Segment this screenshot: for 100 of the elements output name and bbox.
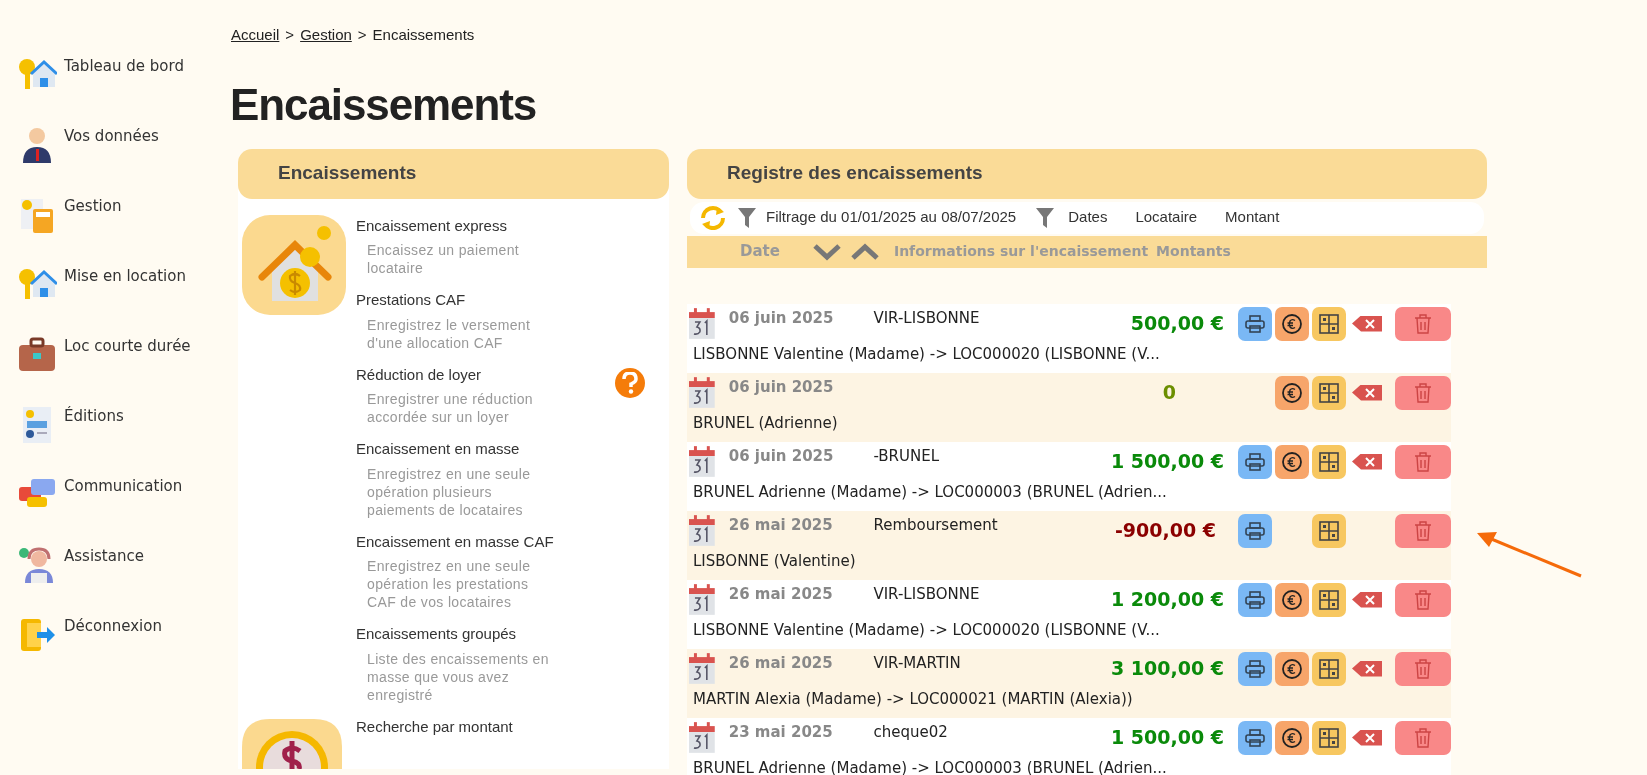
action-description: Encaissez un paiement locataire: [367, 241, 521, 277]
sidebar-link[interactable]: Gestion: [64, 195, 122, 218]
filter-option[interactable]: Locataire: [1131, 206, 1202, 229]
filter-option[interactable]: Montant: [1221, 206, 1284, 229]
delete-button[interactable]: [1395, 444, 1451, 479]
euro-button[interactable]: [1275, 720, 1309, 755]
sidebar-link[interactable]: Mise en location: [64, 265, 186, 288]
print-button[interactable]: [1238, 513, 1272, 548]
print-button[interactable]: [1238, 651, 1272, 686]
reference-text: Remboursement: [873, 514, 999, 536]
date-text: 26 mai 2025: [728, 583, 834, 605]
trash-icon: [1414, 520, 1432, 541]
sidebar-link[interactable]: Assistance: [64, 545, 144, 568]
sidebar-link[interactable]: Vos données: [64, 125, 159, 148]
x-icon: [1365, 732, 1375, 743]
delete-button[interactable]: [1395, 651, 1451, 686]
grid-button[interactable]: [1312, 513, 1346, 548]
tenant-description: BRUNEL Adrienne (Madame) -> LOC000003 (BRUNEL (Adrien...: [693, 757, 1168, 775]
grid-button[interactable]: [1312, 306, 1346, 341]
reference-text: -BRUNEL: [873, 445, 941, 467]
sort-descending-icon[interactable]: [811, 242, 842, 261]
filter-option[interactable]: Dates: [1064, 206, 1112, 229]
reference-text: cheque02: [873, 721, 949, 743]
action-link[interactable]: Encaissement en masse CAF: [356, 530, 659, 553]
printer-icon: [1245, 728, 1265, 747]
x-icon: [1365, 663, 1375, 674]
printer-icon: [1245, 590, 1265, 609]
printer-icon: [1245, 314, 1265, 333]
cancel-tag-button[interactable]: [1352, 315, 1382, 332]
action-description: Enregistrez en une seule opération les prestations CAF de vos locataires: [367, 557, 532, 611]
amount-text: -900,00 €: [1113, 517, 1217, 543]
sidebar-link[interactable]: Communication: [64, 475, 183, 498]
cancel-tag-button[interactable]: [1352, 384, 1382, 401]
breadcrumb-text: >: [285, 25, 295, 45]
delete-button[interactable]: [1395, 513, 1451, 548]
euro-button[interactable]: [1275, 306, 1309, 341]
sort-ascending-icon[interactable]: [849, 242, 880, 261]
grid-icon: [1319, 658, 1339, 679]
calendar-icon: [689, 651, 715, 684]
cancel-tag-button[interactable]: [1352, 591, 1382, 608]
euro-coin-icon: [1281, 588, 1303, 611]
filter-icon[interactable]: [1036, 207, 1055, 228]
cancel-tag-button[interactable]: [1352, 729, 1382, 746]
amount-text: 500,00 €: [1129, 310, 1224, 336]
trash-icon: [1414, 658, 1432, 679]
help-icon[interactable]: [615, 367, 645, 398]
print-button[interactable]: [1238, 582, 1272, 617]
grid-button[interactable]: [1312, 651, 1346, 686]
action-link[interactable]: Encaissement en masse: [356, 438, 659, 461]
printer-icon: [1245, 521, 1265, 540]
grid-icon: [1319, 727, 1339, 748]
sidebar-link[interactable]: Loc courte durée: [64, 335, 191, 358]
date-text: 06 juin 2025: [728, 445, 835, 467]
page-title: Encaissements: [230, 82, 538, 127]
euro-button[interactable]: [1275, 582, 1309, 617]
action-description: Liste des encaissements en masse que vous avez enregistré: [367, 649, 550, 704]
grid-button[interactable]: [1312, 375, 1346, 410]
calendar-icon: [689, 720, 715, 753]
x-icon: [1365, 387, 1375, 398]
grid-button[interactable]: [1312, 444, 1346, 479]
action-link[interactable]: Réduction de loyer: [356, 363, 615, 386]
action-link[interactable]: Prestations CAF: [356, 289, 659, 312]
tenant-description: BRUNEL Adrienne (Madame) -> LOC000003 (BRUNEL (Adrien...: [693, 481, 1168, 503]
grid-button[interactable]: [1312, 720, 1346, 755]
tenant-description: LISBONNE Valentine (Madame) -> LOC000020 (LISBONNE (V...: [693, 619, 1161, 641]
sidebar-link[interactable]: Déconnexion: [64, 615, 162, 638]
cancel-tag-button[interactable]: [1352, 660, 1382, 677]
grid-button[interactable]: [1312, 582, 1346, 617]
grid-icon: [1319, 313, 1339, 334]
action-description: Enregistrez en une seule opération plusieurs paiements de locataires: [367, 464, 532, 519]
delete-button[interactable]: [1395, 375, 1451, 410]
delete-button[interactable]: [1395, 582, 1451, 617]
action-link[interactable]: Recherche par montant: [356, 715, 659, 738]
breadcrumb-link[interactable]: Gestion: [300, 24, 352, 47]
cancel-tag-button[interactable]: [1352, 453, 1382, 470]
house-coins-icon: [242, 214, 346, 315]
trash-icon: [1414, 451, 1432, 472]
coin-icon: [242, 718, 342, 769]
sidebar-link[interactable]: Éditions: [64, 405, 124, 428]
grid-icon: [1319, 589, 1339, 610]
delete-button[interactable]: [1395, 720, 1451, 755]
print-button[interactable]: [1238, 720, 1272, 755]
action-link[interactable]: Encaissements groupés: [356, 623, 659, 646]
breadcrumb-link[interactable]: Accueil: [231, 24, 280, 47]
grid-icon: [1319, 382, 1339, 403]
print-button[interactable]: [1238, 444, 1272, 479]
panel-header: Registre des encaissements: [687, 148, 1487, 199]
breadcrumb-text: >: [357, 25, 367, 45]
amount-text: 3 100,00 €: [1110, 655, 1224, 681]
filter-icon: [738, 207, 756, 228]
action-link[interactable]: Encaissement express: [356, 214, 659, 237]
sidebar-link[interactable]: Tableau de bord: [64, 55, 184, 78]
euro-button[interactable]: [1275, 375, 1309, 410]
print-button[interactable]: [1238, 306, 1272, 341]
euro-button[interactable]: [1275, 444, 1309, 479]
delete-button[interactable]: [1395, 306, 1451, 341]
euro-button[interactable]: [1275, 651, 1309, 686]
grid-icon: [1319, 520, 1339, 541]
breadcrumb-text: Encaissements: [372, 25, 475, 45]
tenant-description: LISBONNE Valentine (Madame) -> LOC000020 (LISBONNE (V...: [693, 343, 1161, 365]
